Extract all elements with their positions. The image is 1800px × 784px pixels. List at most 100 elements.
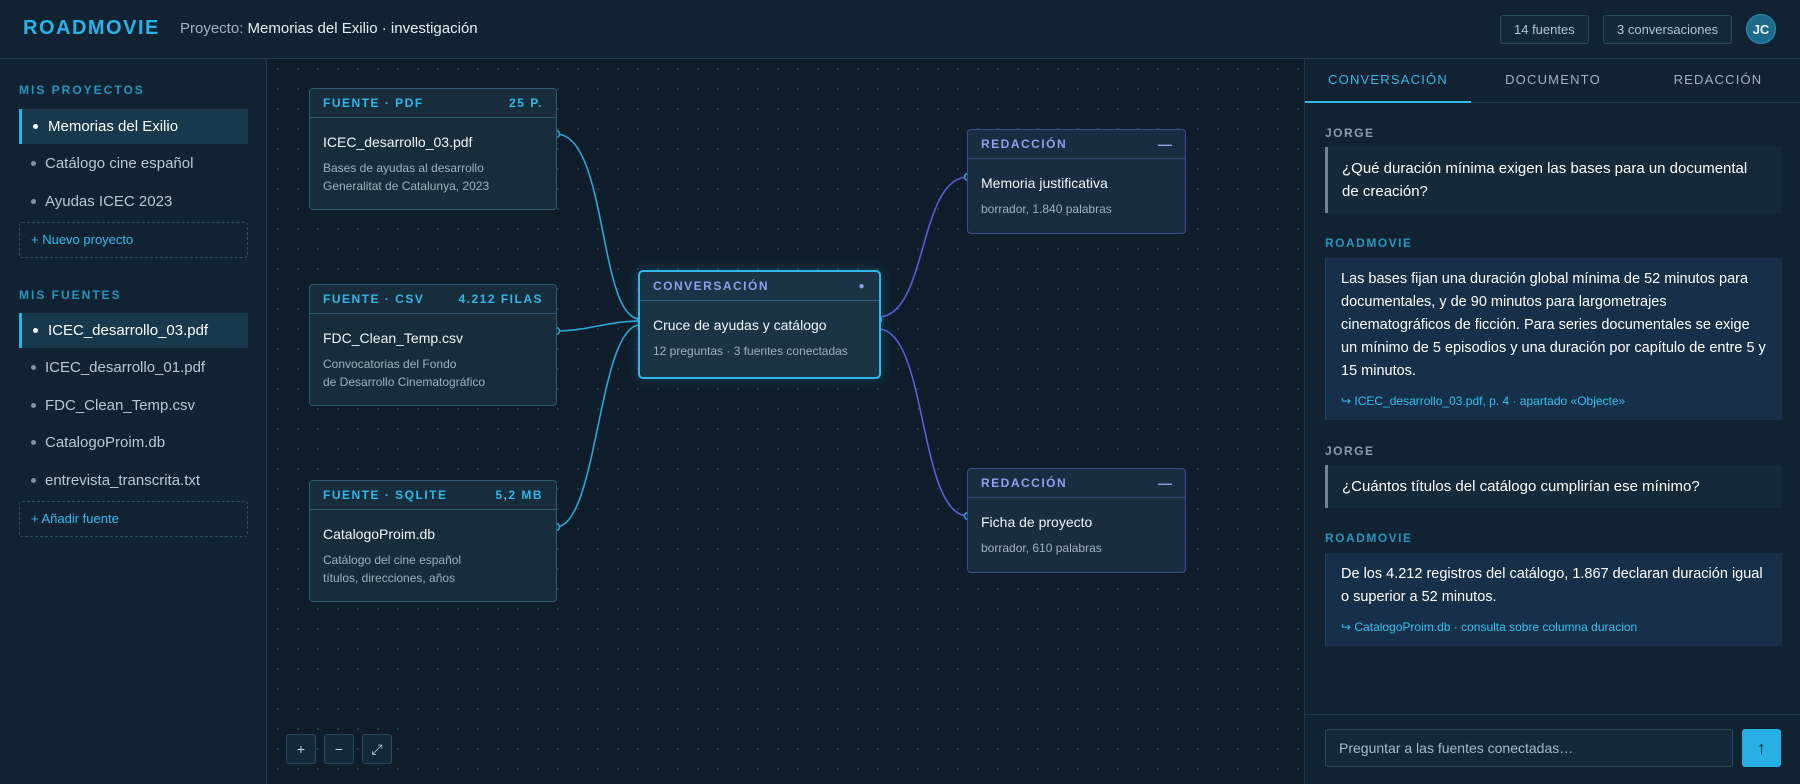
bullet-icon [31,403,36,408]
wire-db-conv [555,324,641,528]
sidebar-source-catalogo[interactable]: CatalogoProim.db [19,425,248,460]
active-dot-icon: ● [858,281,866,292]
draft-node-memoria[interactable]: REDACCIÓN — Memoria justificativa borrad… [967,129,1186,234]
project-label: Memorias del Exilio [48,118,179,135]
citation-link[interactable]: ↪ ICEC_desarrollo_03.pdf, p. 4 · apartad… [1341,392,1767,410]
node-description: borrador, 1.840 palabras [981,202,1112,216]
message-text: De los 4.212 registros del catálogo, 1.8… [1341,566,1763,605]
node-title: Cruce de ayudas y catálogo [653,317,827,333]
sidebar-source-entrevista[interactable]: entrevista_transcrita.txt [19,463,248,498]
bullet-icon [31,365,36,370]
sources-count-button[interactable]: 14 fuentes [1500,15,1589,44]
message-author: JORGE [1325,444,1375,458]
app-logo[interactable]: ROADMOVIE [23,17,160,40]
project-prefix: Proyecto: [180,20,244,37]
source-label: FDC_Clean_Temp.csv [45,397,196,414]
node-description: Bases de ayudas al desarrollo Generalita… [310,159,556,195]
assistant-message: Las bases fijan una duración global míni… [1325,258,1782,420]
projects-heading: MIS PROYECTOS [19,83,145,97]
tab-redaccion[interactable]: REDACCIÓN [1635,59,1800,103]
node-canvas[interactable]: FUENTE · PDF 25 P. ICEC_desarrollo_03.pd… [268,59,1304,784]
node-kind: FUENTE · CSV [323,292,425,306]
node-meta: 4.212 FILAS [458,292,543,306]
message-author: ROADMOVIE [1325,531,1413,545]
node-header: CONVERSACIÓN ● [640,272,879,301]
node-description: 12 preguntas · 3 fuentes conectadas [653,344,848,358]
node-description: Catálogo del cine español títulos, direc… [310,551,556,587]
source-node-csv[interactable]: FUENTE · CSV 4.212 FILAS FDC_Clean_Temp.… [309,284,557,406]
node-header: FUENTE · PDF 25 P. [310,89,556,118]
sources-heading: MIS FUENTES [19,288,122,302]
send-icon[interactable]: ↑ [1742,729,1781,767]
wire-csv-conv [555,320,641,332]
question-input[interactable] [1325,729,1733,767]
sidebar: MIS PROYECTOS Memorias del Exilio Catálo… [0,59,267,784]
draft-node-ficha[interactable]: REDACCIÓN — Ficha de proyecto borrador, … [967,468,1186,573]
conversations-count-button[interactable]: 3 conversaciones [1603,15,1733,44]
source-node-pdf[interactable]: FUENTE · PDF 25 P. ICEC_desarrollo_03.pd… [309,88,557,210]
bullet-icon [31,440,36,445]
sidebar-project-ayudas[interactable]: Ayudas ICEC 2023 [19,184,248,219]
node-kind: FUENTE · PDF [323,96,424,110]
tab-documento[interactable]: DOCUMENTO [1471,59,1635,103]
sidebar-project-catalogo[interactable]: Catálogo cine español [19,146,248,181]
node-header: FUENTE · CSV 4.212 FILAS [310,285,556,314]
conversation-node[interactable]: CONVERSACIÓN ● Cruce de ayudas y catálog… [638,270,881,379]
node-description: Convocatorias del Fondo de Desarrollo Ci… [310,355,556,391]
bullet-icon [31,199,36,204]
source-label: entrevista_transcrita.txt [45,472,201,489]
sidebar-project-memorias[interactable]: Memorias del Exilio [19,109,248,144]
node-description: borrador, 610 palabras [981,541,1102,555]
user-avatar[interactable]: JC [1746,14,1776,44]
bullet-icon [33,124,38,129]
node-desc-line: Bases de ayudas al desarrollo [323,161,484,175]
source-label: CatalogoProim.db [45,434,166,451]
node-kind: REDACCIÓN [981,137,1068,151]
node-header: REDACCIÓN — [968,130,1185,159]
node-kind: FUENTE · SQLITE [323,488,448,502]
conversation-panel: CONVERSACIÓN DOCUMENTO REDACCIÓN JORGE ¿… [1304,59,1800,784]
fit-view-button[interactable]: ⤢ [362,734,392,764]
node-meta: 25 P. [509,96,543,110]
project-name[interactable]: Memorias del Exilio · investigación [248,20,478,37]
node-title: CatalogoProim.db [323,526,436,542]
wire-conv-draft1 [877,176,969,318]
wire-conv-draft2 [877,328,969,517]
node-title: ICEC_desarrollo_03.pdf [323,134,473,150]
user-message: ¿Qué duración mínima exigen las bases pa… [1325,147,1782,213]
bullet-icon [31,161,36,166]
source-node-sqlite[interactable]: FUENTE · SQLITE 5,2 MB CatalogoProim.db … [309,480,557,602]
citation-link[interactable]: ↪ CatalogoProim.db · consulta sobre colu… [1341,618,1767,636]
message-author: JORGE [1325,126,1375,140]
project-breadcrumb: Proyecto: Memorias del Exilio · investig… [180,20,478,37]
message-author: ROADMOVIE [1325,236,1413,250]
sidebar-source-icec03[interactable]: ICEC_desarrollo_03.pdf [19,313,248,348]
zoom-in-button[interactable]: + [286,734,316,764]
collapse-icon[interactable]: — [1158,130,1172,159]
node-kind: REDACCIÓN [981,476,1068,490]
node-header: FUENTE · SQLITE 5,2 MB [310,481,556,510]
user-message: ¿Cuántos títulos del catálogo cumplirían… [1325,465,1782,508]
source-label: ICEC_desarrollo_03.pdf [48,322,209,339]
source-label: ICEC_desarrollo_01.pdf [45,359,206,376]
new-project-button[interactable]: + Nuevo proyecto [19,222,248,258]
bullet-icon [33,328,38,333]
sidebar-source-fdc[interactable]: FDC_Clean_Temp.csv [19,388,248,423]
node-desc-line: Catálogo del cine español [323,553,462,567]
node-desc-line: Generalitat de Catalunya, 2023 [323,179,490,193]
add-source-button[interactable]: + Añadir fuente [19,501,248,537]
node-kind: CONVERSACIÓN [653,279,770,293]
message-text: Las bases fijan una duración global míni… [1341,271,1766,379]
tab-conversacion[interactable]: CONVERSACIÓN [1305,59,1471,103]
node-desc-line: de Desarrollo Cinematográfico [323,375,486,389]
sidebar-source-icec01[interactable]: ICEC_desarrollo_01.pdf [19,350,248,385]
node-title: Memoria justificativa [981,175,1108,191]
node-header: REDACCIÓN — [968,469,1185,498]
collapse-icon[interactable]: — [1158,469,1172,498]
assistant-message: De los 4.212 registros del catálogo, 1.8… [1325,553,1782,646]
node-desc-line: títulos, direcciones, años [323,571,456,585]
panel-tabs: CONVERSACIÓN DOCUMENTO REDACCIÓN [1305,59,1800,103]
node-desc-line: Convocatorias del Fondo [323,357,457,371]
node-title: Ficha de proyecto [981,514,1093,530]
zoom-out-button[interactable]: − [324,734,354,764]
